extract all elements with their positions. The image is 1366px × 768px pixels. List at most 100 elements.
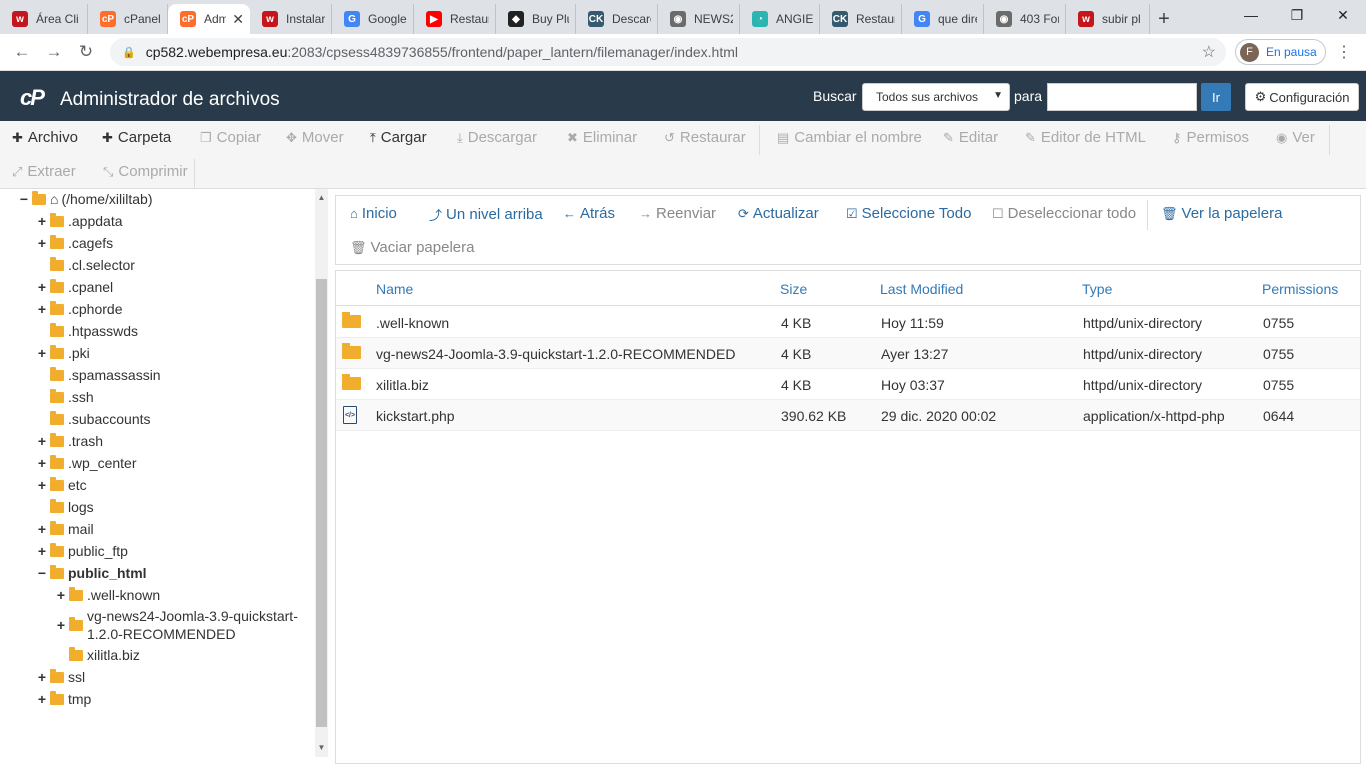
expand-icon[interactable]: +: [36, 345, 48, 361]
browser-tab[interactable]: CK Restaur: [820, 4, 902, 34]
browser-tab[interactable]: G Google: [332, 4, 414, 34]
restore-icon[interactable]: ❐: [1274, 0, 1320, 30]
close-icon[interactable]: ✕: [1320, 0, 1366, 30]
tree-item[interactable]: + etc: [36, 476, 87, 493]
tree-item[interactable]: logs: [36, 498, 94, 515]
expand-icon[interactable]: +: [36, 301, 48, 317]
url-input[interactable]: 🔒 cp582.webempresa.eu:2083/cpsess4839736…: [110, 38, 1226, 66]
nav-button-7[interactable]: 🗑 Ver la papelera: [1161, 205, 1282, 222]
tree-item[interactable]: + tmp: [36, 690, 91, 707]
browser-tab[interactable]: w subir pl: [1066, 4, 1150, 34]
expand-icon[interactable]: +: [36, 279, 48, 295]
toolbar-button-5[interactable]: ⤓ Descargar: [457, 129, 537, 146]
tree-item[interactable]: + .cpanel: [36, 278, 113, 295]
go-button[interactable]: Ir: [1201, 83, 1231, 111]
expand-icon[interactable]: +: [36, 455, 48, 471]
tree-item[interactable]: + .cagefs: [36, 234, 113, 251]
bookmark-star-icon[interactable]: ☆: [1202, 42, 1216, 62]
toolbar-button-9[interactable]: ✎ Editar: [943, 129, 998, 146]
browser-tab[interactable]: w Instalar: [250, 4, 332, 34]
tree-item[interactable]: xilitla.biz: [55, 646, 140, 663]
settings-button[interactable]: ⚙ Configuración: [1245, 83, 1359, 111]
tree-item[interactable]: + .well-known: [55, 586, 160, 603]
tree-scrollbar[interactable]: ▲ ▼: [315, 189, 328, 757]
search-input[interactable]: [1047, 83, 1197, 111]
collapse-icon[interactable]: −: [18, 191, 30, 207]
browser-tab[interactable]: ◔ ANGIE -: [740, 4, 820, 34]
tree-item[interactable]: + mail: [36, 520, 94, 537]
toolbar-button-4[interactable]: ⤒ Cargar: [370, 129, 427, 146]
toolbar-button-11[interactable]: ⚷ Permisos: [1172, 129, 1249, 146]
expand-icon[interactable]: +: [36, 477, 48, 493]
tree-item[interactable]: + .trash: [36, 432, 103, 449]
close-tab-icon[interactable]: ✕: [232, 11, 244, 28]
column-header-permissions[interactable]: Permissions: [1262, 281, 1338, 297]
toolbar-button-2[interactable]: ❐ Copiar: [200, 129, 261, 146]
tree-item[interactable]: − public_html: [36, 564, 147, 581]
browser-tab[interactable]: Gque dire: [902, 4, 984, 34]
search-scope-select[interactable]: Todos sus archivos ▼: [862, 83, 1010, 111]
reload-icon[interactable]: ↻: [70, 42, 102, 62]
expand-icon[interactable]: +: [36, 213, 48, 229]
tree-item[interactable]: .subaccounts: [36, 410, 151, 427]
expand-icon[interactable]: +: [55, 587, 67, 603]
toolbar-button-row2-0[interactable]: ⤢ Extraer: [12, 163, 76, 180]
toolbar-button-7[interactable]: ↺ Restaurar: [664, 129, 746, 146]
toolbar-button-1[interactable]: ✚ Carpeta: [102, 129, 171, 146]
toolbar-button-10[interactable]: ✎ Editor de HTML: [1025, 129, 1146, 146]
expand-icon[interactable]: +: [36, 235, 48, 251]
new-tab-icon[interactable]: +: [1150, 4, 1178, 34]
tree-item[interactable]: + .wp_center: [36, 454, 136, 471]
browser-tab[interactable]: cP cPanel -: [88, 4, 168, 34]
tree-item[interactable]: + ssl: [36, 668, 85, 685]
browser-tab[interactable]: w Área Cli: [0, 4, 88, 34]
nav-button-6[interactable]: ☐ Deseleccionar todo: [992, 205, 1136, 222]
browser-menu-icon[interactable]: ⋮: [1336, 42, 1352, 62]
nav-button-3[interactable]: → Reenviar: [639, 205, 716, 222]
browser-tab[interactable]: ◆ Buy Plu: [496, 4, 576, 34]
toolbar-button-3[interactable]: ✥ Mover: [286, 129, 344, 146]
nav-button-0[interactable]: ⌂ Inicio: [350, 205, 397, 222]
collapse-icon[interactable]: −: [36, 565, 48, 581]
expand-icon[interactable]: +: [36, 543, 48, 559]
toolbar-button-6[interactable]: ✖ Eliminar: [567, 129, 637, 146]
browser-tab[interactable]: CK Descarg: [576, 4, 658, 34]
column-header-type[interactable]: Type: [1082, 281, 1112, 297]
tree-item[interactable]: + .appdata: [36, 212, 123, 229]
column-header-size[interactable]: Size: [780, 281, 807, 297]
tree-item[interactable]: + public_ftp: [36, 542, 128, 559]
nav-button-5[interactable]: ☑ Seleccione Todo: [846, 205, 971, 222]
toolbar-button-8[interactable]: ▤ Cambiar el nombre: [777, 129, 922, 146]
expand-icon[interactable]: +: [36, 433, 48, 449]
toolbar-button-12[interactable]: ◉ Ver: [1276, 129, 1315, 146]
browser-tab[interactable]: cP Adm ✕: [168, 4, 250, 34]
column-header-name[interactable]: Name: [376, 281, 413, 297]
column-header-last-modified[interactable]: Last Modified: [880, 281, 963, 297]
nav-button-4[interactable]: ⟳ Actualizar: [738, 205, 819, 222]
expand-icon[interactable]: +: [36, 691, 48, 707]
scroll-up-icon[interactable]: ▲: [315, 193, 328, 202]
expand-icon[interactable]: +: [55, 617, 67, 633]
tree-item[interactable]: + .pki: [36, 344, 90, 361]
expand-icon[interactable]: +: [36, 521, 48, 537]
tree-item[interactable]: .spamassassin: [36, 366, 161, 383]
tree-item[interactable]: .htpasswds: [36, 322, 138, 339]
toolbar-button-0[interactable]: ✚ Archivo: [12, 129, 78, 146]
tree-item[interactable]: .cl.selector: [36, 256, 135, 273]
tree-item[interactable]: .ssh: [36, 388, 94, 405]
browser-tab[interactable]: ▶ Restaur: [414, 4, 496, 34]
minimize-icon[interactable]: —: [1228, 0, 1274, 30]
toolbar-button-row2-1[interactable]: ⤡ Comprimir: [103, 163, 188, 180]
tree-root[interactable]: − ⌂ (/home/xililtab): [18, 190, 153, 207]
nav-button-2[interactable]: ← Atrás: [563, 205, 615, 222]
table-row[interactable]: .well-known 4 KB Hoy 11:59 httpd/unix-direc…: [336, 307, 1360, 338]
table-row[interactable]: xilitla.biz 4 KB Hoy 03:37 httpd/unix-direc…: [336, 369, 1360, 400]
tree-item[interactable]: + .cphorde: [36, 300, 122, 317]
tree-item[interactable]: + vg-news24-Joomla-3.9-quickstart- 1.2.0-R…: [55, 607, 298, 643]
scrollbar-thumb[interactable]: [316, 279, 327, 727]
empty-trash-button[interactable]: 🗑 Vaciar papelera: [350, 239, 474, 256]
browser-tab[interactable]: ◉ 403 For: [984, 4, 1066, 34]
table-row[interactable]: vg-news24-Joomla-3.9-quickstart-1.2.0-RE…: [336, 338, 1360, 369]
table-row[interactable]: </> kickstart.php 390.62 KB 29 dic. 2020 00…: [336, 400, 1360, 431]
back-icon[interactable]: ←: [6, 42, 38, 62]
